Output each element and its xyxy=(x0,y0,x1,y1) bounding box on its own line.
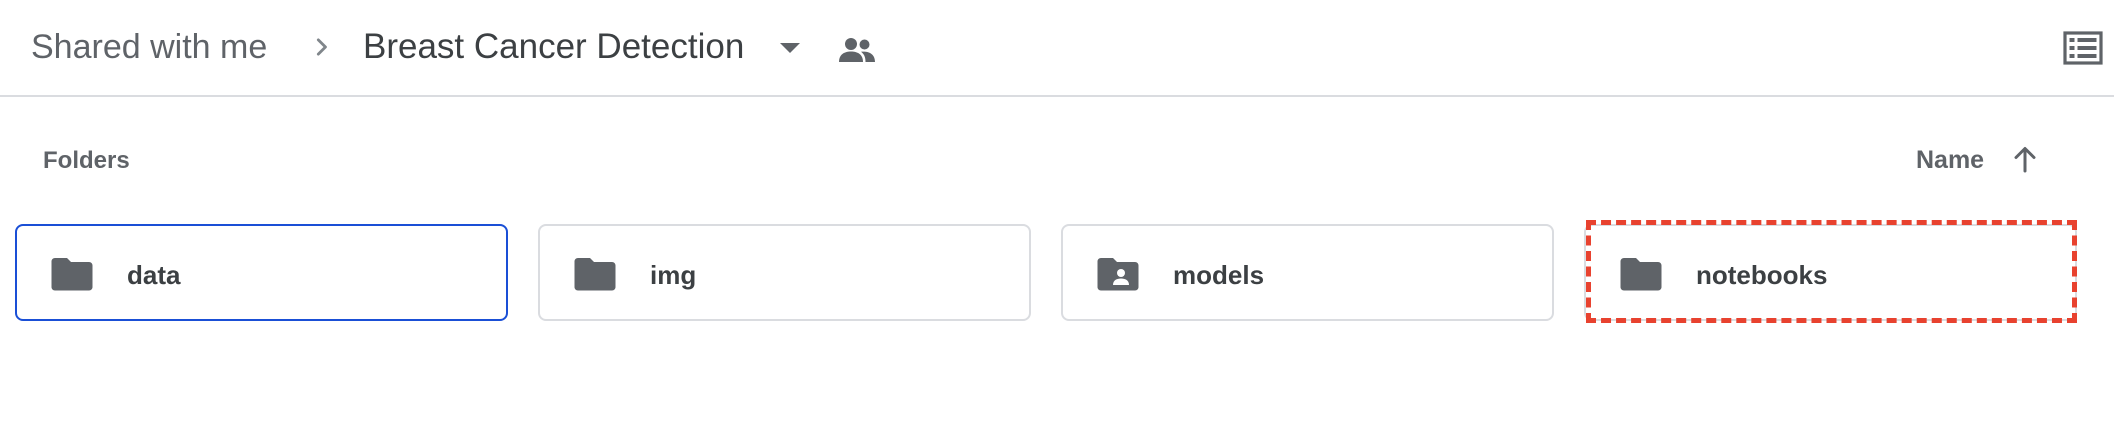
chevron-right-icon xyxy=(316,38,327,56)
folders-section-title: Folders xyxy=(43,147,130,174)
folder-card-data[interactable]: data xyxy=(15,224,508,321)
folder-name: data xyxy=(127,260,181,290)
folder-name: notebooks xyxy=(1696,260,1828,290)
list-view-icon[interactable] xyxy=(2063,30,2103,66)
breadcrumb-shared-with-me[interactable]: Shared with me xyxy=(31,25,267,69)
breadcrumb-current-folder[interactable]: Breast Cancer Detection xyxy=(363,25,744,69)
folder-card-img[interactable]: img xyxy=(538,224,1031,321)
folder-name: img xyxy=(650,260,697,290)
folder-icon xyxy=(574,258,616,291)
caret-down-icon[interactable] xyxy=(778,38,802,58)
arrow-up-icon[interactable] xyxy=(2010,144,2040,174)
folder-card-notebooks[interactable]: notebooks xyxy=(1584,224,2077,321)
people-icon[interactable] xyxy=(838,35,876,65)
folder-card-models[interactable]: models xyxy=(1061,224,1554,321)
folder-icon xyxy=(51,258,93,291)
breadcrumb-bar: Shared with me Breast Cancer Detection xyxy=(0,0,2114,97)
sort-by-name-button[interactable]: Name xyxy=(1916,145,1984,175)
folder-name: models xyxy=(1173,260,1265,290)
shared-folder-icon xyxy=(1097,258,1139,291)
folder-icon xyxy=(1620,258,1662,291)
